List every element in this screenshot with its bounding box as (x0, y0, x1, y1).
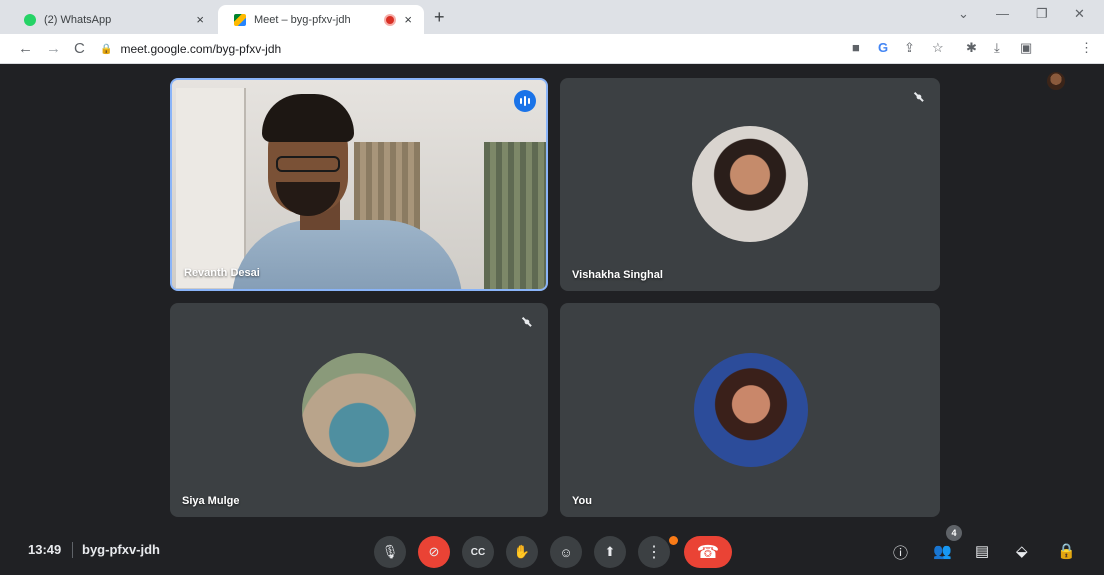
close-tab-icon[interactable]: × (404, 12, 412, 27)
video-curtain (484, 142, 546, 289)
whatsapp-icon (24, 13, 36, 26)
google-meet-icon (234, 13, 246, 26)
tab-title: (2) WhatsApp (44, 13, 112, 26)
address-bar: ← → C 🔒 meet.google.com/byg-pfxv-jdh ■ G… (0, 34, 1104, 90)
sidepanel-icon[interactable]: ▣ (1020, 40, 1032, 56)
participant-name: Revanth Desai (184, 267, 260, 279)
info-icon[interactable]: ⓘ (893, 542, 908, 563)
captions-icon[interactable]: CC (462, 536, 494, 568)
camera-icon[interactable]: ■ (852, 40, 860, 55)
participant-tile-you[interactable]: You (560, 303, 940, 517)
participant-tile-siya[interactable]: ● Siya Mulge (170, 303, 548, 517)
close-tab-icon[interactable]: × (196, 12, 204, 27)
emoji-icon[interactable]: ☺ (550, 536, 582, 568)
camera-off-icon[interactable]: ⊘ (418, 536, 450, 568)
tab-title: Meet – byg-pfxv-jdh (254, 13, 351, 26)
profile-avatar[interactable] (1047, 72, 1065, 90)
mic-icon[interactable]: 🎙 (374, 536, 406, 568)
lock-icon: 🔒 (100, 43, 113, 55)
video-person-glasses (276, 156, 340, 172)
menu-icon[interactable]: ⋮ (1080, 40, 1093, 56)
download-icon[interactable]: ⤓ (994, 40, 1000, 56)
tab-meet[interactable]: Meet – byg-pfxv-jdh × (218, 5, 424, 34)
participant-count-badge: 4 (946, 525, 962, 541)
mic-off-icon: ● (910, 88, 928, 106)
participant-tile-vishakha[interactable]: ● Vishakha Singhal (560, 78, 940, 291)
meeting-time: 13:49 (28, 542, 62, 557)
mic-off-icon: ● (518, 313, 536, 331)
chat-icon[interactable]: ▤ (975, 542, 989, 560)
tab-strip: (2) WhatsApp × Meet – byg-pfxv-jdh × + ⌄… (0, 0, 1104, 34)
end-call-icon[interactable]: ☎ (684, 536, 732, 568)
speaking-indicator-icon (514, 90, 536, 112)
share-icon[interactable]: ⇪ (904, 40, 915, 56)
present-icon[interactable]: ⬆ (594, 536, 626, 568)
restore-button[interactable]: ❐ (1036, 6, 1048, 22)
participant-name: You (572, 495, 592, 507)
google-icon[interactable]: G (878, 40, 888, 55)
reload-button[interactable]: C (74, 40, 85, 57)
extensions-icon[interactable]: ✱ (966, 40, 977, 56)
meeting-controls-bar: 13:49 byg-pfxv-jdh 🎙 ⊘ CC ✋ ☺ ⬆ ⋮ ☎ ⓘ 👥 … (0, 525, 1104, 575)
minimize-button[interactable]: — (996, 6, 1009, 21)
divider (72, 542, 73, 558)
participant-name: Vishakha Singhal (572, 269, 663, 281)
activities-icon[interactable]: ⬙ (1016, 542, 1028, 560)
close-window-button[interactable]: ✕ (1074, 6, 1085, 22)
url-field[interactable]: 🔒 meet.google.com/byg-pfxv-jdh (100, 38, 836, 60)
more-options-icon[interactable]: ⋮ (638, 536, 670, 568)
raise-hand-icon[interactable]: ✋ (506, 536, 538, 568)
video-door (176, 88, 246, 288)
star-icon[interactable]: ☆ (932, 40, 944, 56)
participant-tile-revanth[interactable]: Revanth Desai (170, 78, 548, 291)
participant-avatar (692, 126, 808, 242)
recording-indicator-icon (386, 15, 395, 24)
tab-whatsapp[interactable]: (2) WhatsApp × (8, 5, 216, 34)
participant-name: Siya Mulge (182, 495, 240, 507)
new-tab-button[interactable]: + (434, 7, 445, 28)
participant-avatar (302, 353, 416, 467)
back-button[interactable]: ← (18, 40, 33, 57)
participant-avatar (694, 353, 808, 467)
tab-search-icon[interactable]: ⌄ (958, 6, 969, 22)
meeting-code: byg-pfxv-jdh (82, 542, 160, 557)
forward-button[interactable]: → (46, 40, 61, 57)
people-icon[interactable]: 👥 (933, 542, 952, 560)
notification-dot (669, 536, 678, 545)
host-controls-icon[interactable]: 🔒 (1057, 542, 1076, 560)
url-text: meet.google.com/byg-pfxv-jdh (120, 42, 282, 56)
